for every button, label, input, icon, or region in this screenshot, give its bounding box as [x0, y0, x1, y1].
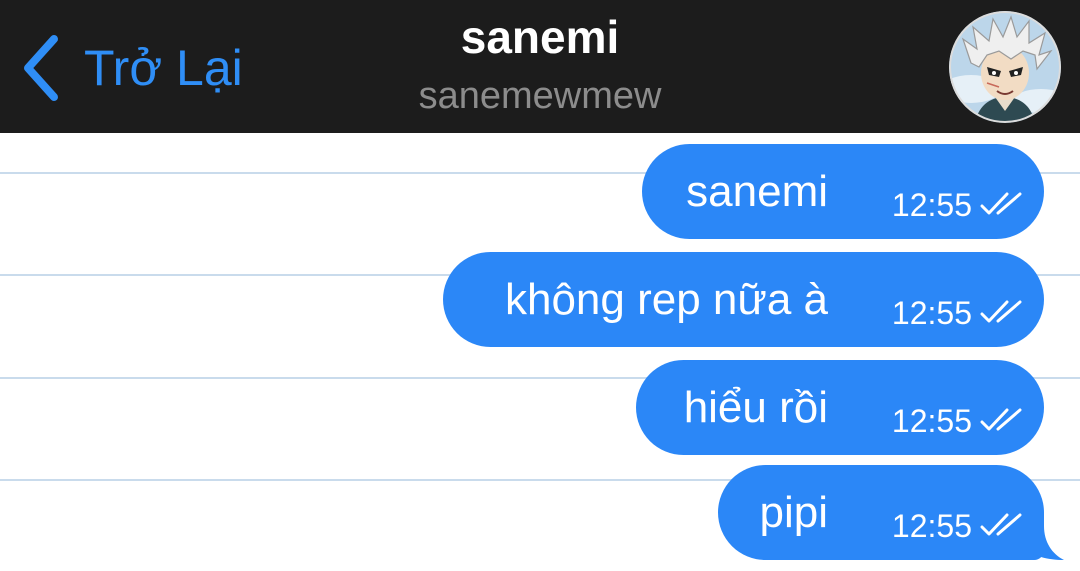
double-check-icon: [980, 408, 1022, 431]
message-time: 12:55: [891, 403, 972, 439]
message-time: 12:55: [891, 295, 972, 331]
message-text: hiểu rồi: [683, 383, 828, 432]
double-check-icon: [980, 192, 1022, 215]
avatar[interactable]: [949, 11, 1061, 123]
message-text: sanemi: [686, 167, 828, 216]
message-text: không rep nữa à: [504, 275, 828, 324]
message-time: 12:55: [891, 508, 972, 544]
bubble-tail: [1024, 526, 1064, 560]
double-check-icon: [980, 300, 1022, 323]
contact-name: sanemi: [460, 11, 620, 63]
chat-header: Trở Lại sanemi sanemewmew: [0, 0, 1080, 133]
contact-handle: sanemewmew: [418, 75, 662, 117]
message-bubble[interactable]: không rep nữa à 12:55: [443, 252, 1044, 347]
message-bubble[interactable]: hiểu rồi 12:55: [636, 360, 1044, 455]
message-text: pipi: [759, 488, 829, 537]
double-check-icon: [980, 513, 1022, 536]
message-time: 12:55: [891, 187, 972, 223]
message-bubble[interactable]: pipi 12:55: [718, 465, 1064, 560]
avatar-image: [949, 11, 1061, 123]
message-bubble[interactable]: sanemi 12:55: [642, 144, 1044, 239]
message-thread[interactable]: sanemi 12:55 không rep nữa à 12:55 hiểu …: [0, 133, 1080, 571]
